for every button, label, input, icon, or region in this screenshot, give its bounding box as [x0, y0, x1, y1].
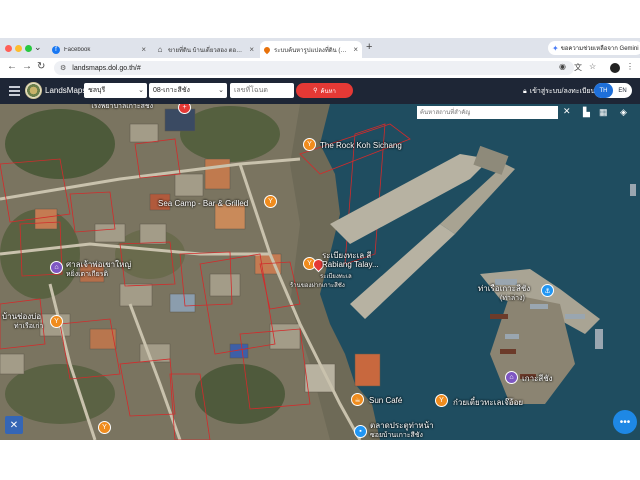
bar-pin-icon[interactable]: Y	[264, 195, 277, 208]
tab-land-sale[interactable]: ⌂ ขายที่ดิน บ้านเดี่ยวสอง ตอนใต้ ประ ×	[152, 41, 258, 58]
place-search-input[interactable]	[417, 106, 558, 119]
facebook-icon: f	[52, 45, 60, 54]
location-pin-icon	[262, 45, 272, 54]
rock-pin-icon[interactable]: Y	[303, 138, 316, 151]
translate-icon[interactable]: 文	[574, 62, 582, 73]
login-label: เข้าสู่ระบบ/ลงทะเบียน	[529, 88, 596, 95]
reload-icon[interactable]: ↻	[37, 61, 45, 72]
close-icon[interactable]: ✕	[563, 106, 571, 117]
noodle-shop-pin-icon[interactable]: Y	[435, 394, 448, 407]
tab-search-chevron-icon[interactable]: ⌄	[34, 42, 42, 53]
beach-pin-icon[interactable]: Y	[98, 421, 111, 434]
window-maximize-dot[interactable]	[25, 45, 32, 52]
satellite-map[interactable]: ✕ ▙ ▦ ◈ โรงพยาบาลเกาะสีชัง + Y The Rock …	[0, 104, 640, 440]
grid-table-icon[interactable]: ▦	[599, 107, 608, 118]
search-label: ค้นหา	[320, 88, 336, 95]
chevron-down-icon: ⌄	[138, 87, 144, 94]
new-tab-button[interactable]: +	[366, 41, 372, 53]
search-button[interactable]: ⚲ ค้นหา	[296, 83, 353, 98]
district-office-pin-icon[interactable]: ⌂	[505, 371, 518, 384]
close-icon[interactable]: ×	[141, 45, 146, 54]
map-label: Sea Camp - Bar & Grilled	[158, 199, 249, 208]
layers-icon[interactable]: ◈	[620, 107, 627, 118]
profile-avatar[interactable]	[610, 63, 620, 73]
forward-arrow-icon[interactable]: →	[22, 61, 32, 72]
building-icon[interactable]: ▙	[583, 107, 590, 118]
location-icon[interactable]: ◉	[559, 62, 566, 71]
map-label: ร้านของฝากเกาะสีชัง	[290, 283, 345, 289]
app-header: LandsMaps ชลบุรี ⌄ 08-เกาะสีชัง ⌄ ⚲ ค้นห…	[0, 78, 640, 104]
lock-icon: 🔒︎	[523, 87, 527, 95]
tab-facebook[interactable]: f Facebook ×	[48, 41, 150, 58]
shrine-pin-icon[interactable]: ⌂	[50, 261, 63, 274]
lang-en-option[interactable]: EN	[613, 83, 632, 98]
gemini-label: ขอความช่วยเหลือจาก Gemini	[560, 46, 639, 52]
menu-kebab-icon[interactable]: ⋮	[626, 62, 634, 71]
deed-number-input[interactable]	[230, 83, 294, 98]
close-icon[interactable]: ×	[353, 45, 358, 54]
home-icon: ⌂	[157, 45, 163, 54]
province-value: ชลบุรี	[88, 87, 106, 94]
map-label: ก๋วยเตี๋ยวทะเลเจ๊อ้อย	[453, 398, 524, 407]
measure-tool-icon[interactable]: ✕	[5, 416, 23, 434]
bookmark-star-icon[interactable]: ☆	[589, 62, 596, 71]
province-select[interactable]: ชลบุรี ⌄	[84, 83, 147, 98]
chevron-down-icon: ⌄	[218, 87, 224, 94]
cafe-pin-icon[interactable]: ☕︎	[351, 393, 364, 406]
login-link[interactable]: 🔒︎ เข้าสู่ระบบ/ลงทะเบียน	[523, 86, 595, 97]
dol-logo	[25, 82, 42, 99]
district-value: 08-เกาะสีชัง	[153, 87, 190, 94]
market-pin-icon[interactable]: ▪	[354, 425, 367, 438]
window-close-dot[interactable]	[5, 45, 12, 52]
lang-th-option[interactable]: TH	[594, 83, 613, 98]
site-settings-icon[interactable]: ⚙	[60, 64, 66, 72]
viewpoint-pin-icon[interactable]: Y	[50, 315, 63, 328]
map-label: หยิ่งเตาเกียรติ	[66, 271, 109, 278]
map-label: ซอยบ้านเกาะสีชัง	[370, 432, 423, 439]
url-text: landsmaps.dol.go.th/#	[72, 64, 141, 72]
bottom-margin	[0, 440, 640, 480]
map-label: (ท่าล่าง)	[500, 295, 525, 302]
search-icon: ⚲	[313, 88, 318, 94]
gemini-sparkle-icon: ✦	[552, 43, 559, 53]
tab-landsmaps[interactable]: ระบบค้นหารูปแปลงที่ดิน (Landsl ×	[260, 41, 362, 58]
tab-label: Facebook	[64, 46, 91, 53]
tab-label: ขายที่ดิน บ้านเดี่ยวสอง ตอนใต้ ประ	[168, 47, 246, 54]
close-icon[interactable]: ×	[249, 45, 254, 54]
browser-tab-strip: ⌄ f Facebook × ⌂ ขายที่ดิน บ้านเดี่ยวสอง…	[0, 38, 640, 58]
window-minimize-dot[interactable]	[15, 45, 22, 52]
tab-label: ระบบค้นหารูปแปลงที่ดิน (Landsl	[274, 47, 349, 54]
map-label: Rabiang Talay...	[322, 260, 379, 269]
map-label: The Rock Koh Sichang	[320, 141, 402, 150]
ferry-pin-icon[interactable]: ⚓︎	[541, 284, 554, 297]
district-select[interactable]: 08-เกาะสีชัง ⌄	[149, 83, 227, 98]
hamburger-menu-icon[interactable]	[9, 86, 20, 98]
more-options-button[interactable]: •••	[613, 410, 637, 434]
map-label: Sun Café	[369, 396, 403, 405]
gemini-button[interactable]: ✦ ขอความช่วยเหลือจาก Gemini	[548, 41, 640, 55]
map-label: ท่าเรือเก่า	[14, 323, 44, 330]
brand-name: LandsMaps	[45, 86, 87, 95]
address-bar-row: ← → ↻ ⚙ landsmaps.dol.go.th/# ◉ 文 ☆ ⋮	[0, 58, 640, 78]
back-arrow-icon[interactable]: ←	[7, 61, 17, 72]
top-margin	[0, 0, 640, 38]
map-label: โรงพยาบาลเกาะสีชัง	[90, 104, 154, 110]
screen: ⌄ f Facebook × ⌂ ขายที่ดิน บ้านเดี่ยวสอง…	[0, 0, 640, 480]
language-toggle[interactable]: TH EN	[594, 83, 632, 98]
url-bar[interactable]: ⚙ landsmaps.dol.go.th/#	[54, 61, 574, 75]
map-label: เกาะสีชัง	[522, 374, 553, 383]
